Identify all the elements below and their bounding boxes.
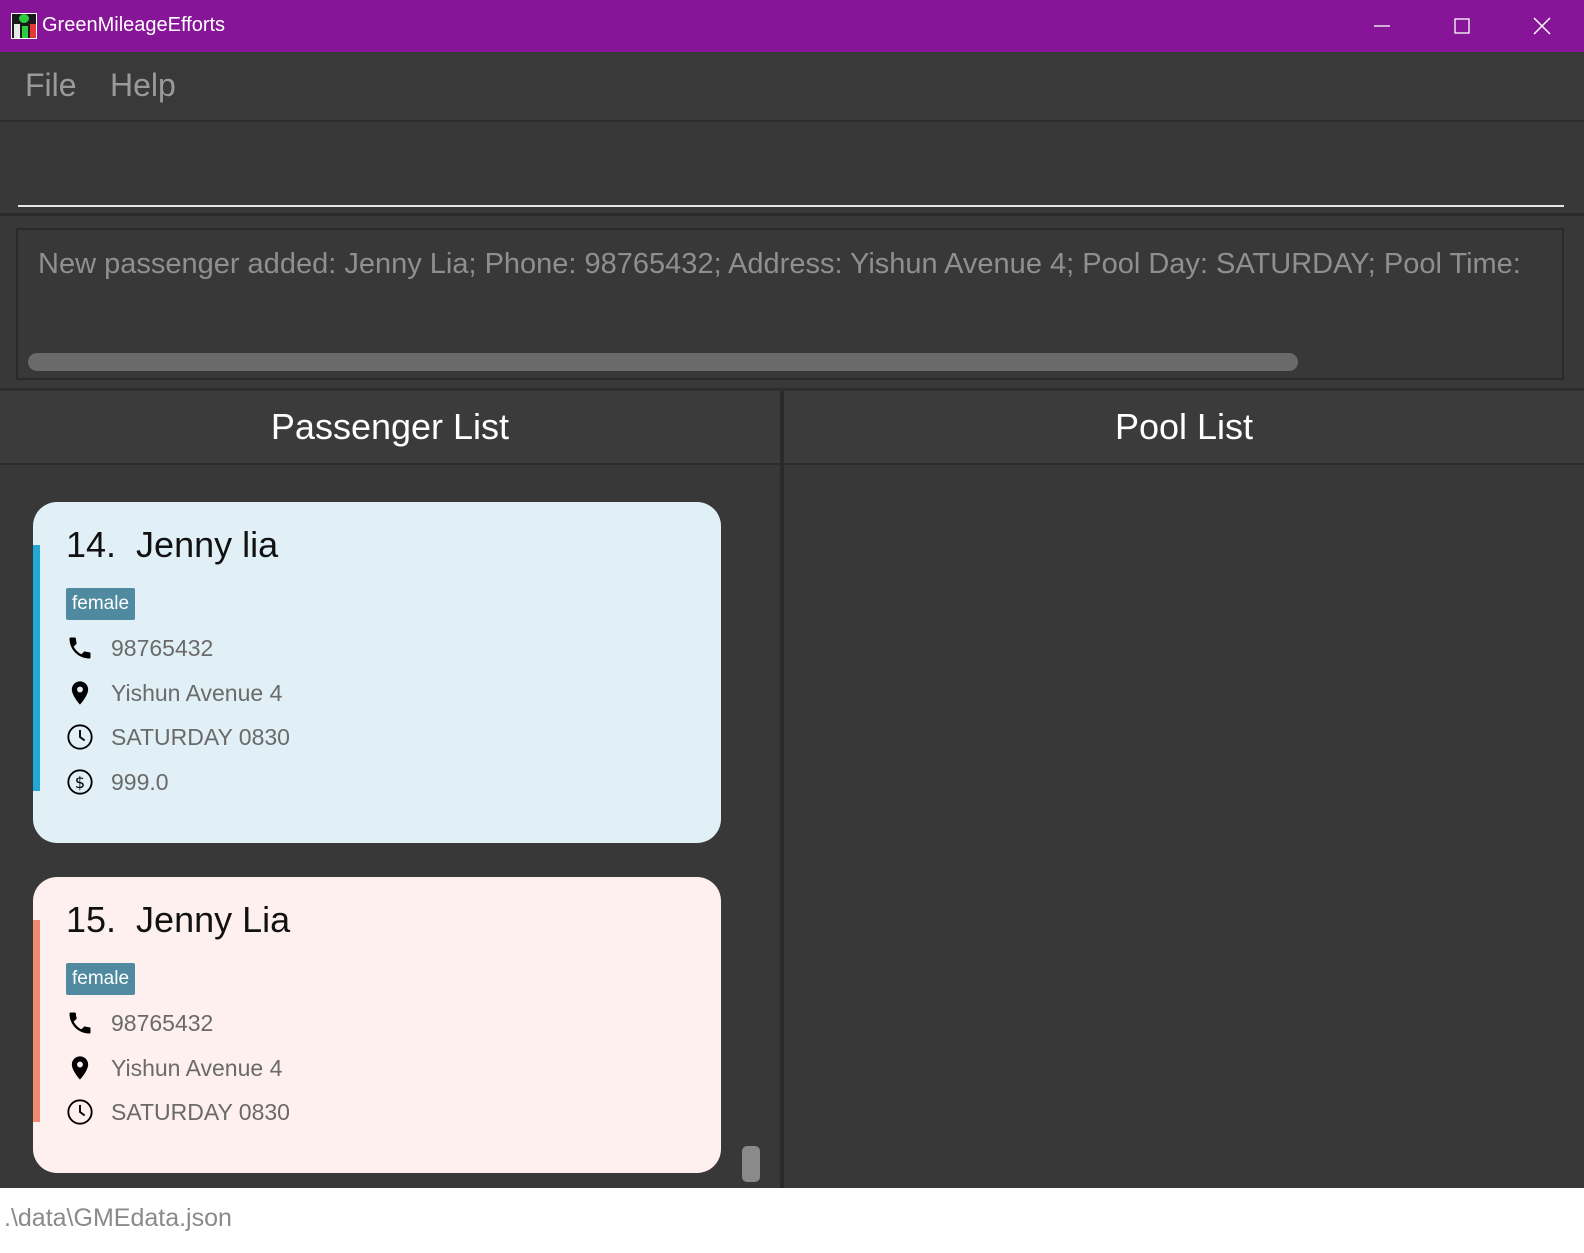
passenger-name: 14. Jenny lia	[66, 524, 279, 565]
location-pin-icon	[66, 1054, 94, 1082]
passenger-card[interactable]: 14. Jenny lia female 98765432 Yishun Ave…	[33, 502, 721, 843]
passenger-list-header: Passenger List	[0, 391, 780, 465]
phone-field: 98765432	[66, 633, 213, 663]
clock-icon	[66, 1098, 94, 1126]
close-button[interactable]	[1502, 0, 1582, 52]
passenger-name: 15. Jenny Lia	[66, 899, 291, 940]
pool-time-field: SATURDAY 0830	[66, 722, 290, 752]
command-input[interactable]	[18, 123, 1564, 207]
minimize-button[interactable]	[1342, 0, 1422, 52]
phone-field: 98765432	[66, 1008, 213, 1038]
price-field: $ 999.0	[66, 767, 169, 797]
maximize-icon	[1454, 18, 1470, 34]
svg-text:$: $	[75, 773, 85, 792]
menu-bar: File Help	[0, 52, 1584, 122]
phone-icon	[66, 634, 94, 662]
app-window: GreenMileageEfforts File Help New passen…	[0, 0, 1584, 1253]
title-bar[interactable]: GreenMileageEfforts	[0, 0, 1584, 52]
pool-list-title: Pool List	[1114, 406, 1254, 447]
phone-value: 98765432	[111, 1009, 214, 1036]
result-scrollbar-thumb[interactable]	[28, 353, 1298, 371]
pool-time-value: SATURDAY 0830	[111, 723, 290, 750]
pool-list-header: Pool List	[784, 391, 1584, 465]
address-value: Yishun Avenue 4	[111, 1054, 283, 1081]
result-display[interactable]: New passenger added: Jenny Lia; Phone: 9…	[16, 228, 1564, 380]
location-pin-icon	[66, 679, 94, 707]
passenger-tag: female	[66, 963, 136, 995]
address-field: Yishun Avenue 4	[66, 678, 282, 708]
passenger-list-scrollbar[interactable]	[742, 1146, 760, 1182]
phone-icon	[66, 1009, 94, 1037]
dollar-icon: $	[66, 768, 94, 796]
minimize-icon	[1374, 25, 1390, 27]
data-file-path: .\data\GMEdata.json	[4, 1204, 232, 1232]
price-value: 999.0	[111, 768, 169, 795]
status-bar: .\data\GMEdata.json	[0, 1188, 1584, 1253]
passenger-tag: female	[66, 588, 136, 620]
clock-icon	[66, 723, 94, 751]
window-title: GreenMileageEfforts	[42, 14, 226, 36]
passenger-list[interactable]: 14. Jenny lia female 98765432 Yishun Ave…	[0, 466, 780, 1197]
menu-file[interactable]: File	[25, 67, 77, 104]
address-field: Yishun Avenue 4	[66, 1053, 282, 1083]
command-box	[0, 123, 1584, 216]
address-value: Yishun Avenue 4	[111, 679, 283, 706]
result-message: New passenger added: Jenny Lia; Phone: 9…	[38, 248, 1521, 280]
card-accent-bar	[33, 545, 40, 791]
pool-list[interactable]	[784, 466, 1584, 1197]
result-horizontal-scrollbar[interactable]	[28, 353, 1556, 371]
maximize-button[interactable]	[1422, 0, 1502, 52]
card-accent-bar	[33, 920, 40, 1122]
pool-time-field: SATURDAY 0830	[66, 1097, 290, 1127]
pool-time-value: SATURDAY 0830	[111, 1098, 290, 1125]
close-icon	[1533, 17, 1551, 35]
phone-value: 98765432	[111, 634, 214, 661]
passenger-card[interactable]: 15. Jenny Lia female 98765432 Yishun Ave…	[33, 877, 721, 1173]
app-logo-icon	[11, 13, 37, 39]
passenger-list-title: Passenger List	[270, 406, 510, 447]
menu-help[interactable]: Help	[110, 67, 176, 104]
